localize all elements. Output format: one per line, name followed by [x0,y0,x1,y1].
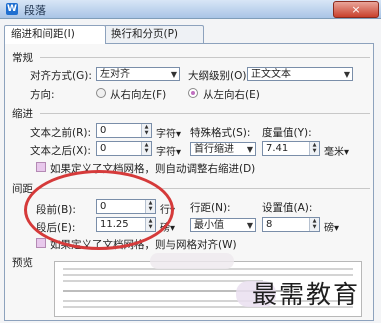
tab-indent-spacing[interactable]: 缩进和间距(I) [4,25,106,44]
spinner-arrows-icon[interactable]: ▲ ▼ [141,124,151,137]
line-spacing-value: 最小值 [194,220,224,231]
paragraph-dialog: W 段落 × 缩进和间距(I) 换行和分页(P) 常规 对齐方式(G): 左对齐… [0,0,381,323]
section-general: 常规 [12,52,33,64]
radio-ltr-label: 从左向右(E) [203,89,260,101]
radio-rtl[interactable] [96,88,106,98]
app-icon: W [6,3,18,15]
line-spacing-label: 行距(N): [190,202,231,214]
auto-indent-checkbox[interactable] [36,162,46,172]
align-select[interactable]: 左对齐 ▼ [96,67,180,81]
special-select[interactable]: 首行缩进 ▼ [190,142,256,156]
snap-grid-checkbox[interactable] [36,238,46,248]
align-label: 对齐方式(G): [30,70,92,82]
chevron-down-icon: ▼ [246,145,253,154]
direction-label: 方向: [30,89,55,101]
special-value: 首行缩进 [194,144,234,155]
divider [40,57,370,58]
blur-patch [150,253,234,269]
indent-after-label: 文本之后(X): [30,145,91,157]
section-indent: 缩进 [12,108,33,120]
indent-before-value: 0 [100,125,107,136]
measure-value: 7.41 [266,143,289,154]
align-value: 左对齐 [100,69,130,80]
special-label: 特殊格式(S): [190,127,251,139]
spinner-arrows-icon[interactable]: ▲ ▼ [309,218,319,231]
close-button[interactable]: × [333,1,379,18]
indent-after-value: 0 [100,143,107,154]
dialog-title: 段落 [24,4,46,17]
setting-label: 设置值(A): [262,202,313,214]
setting-spinner[interactable]: 8 ▲ ▼ [262,217,320,232]
setting-value: 8 [266,219,273,230]
indent-after-spinner[interactable]: 0 ▲ ▼ [96,141,152,156]
outline-value: 正文文本 [251,69,291,80]
spinner-arrows-icon[interactable]: ▲ ▼ [141,142,151,155]
title-bar: W 段落 × [0,0,381,19]
chevron-down-icon: ▼ [170,70,177,79]
highlight-ellipse [24,170,174,250]
chevron-down-icon: ▼ [246,221,253,230]
chevron-down-icon: ▼ [343,70,350,79]
measure-unit[interactable]: 毫米▾ [324,143,349,158]
setting-unit[interactable]: 磅▾ [324,219,339,234]
indent-after-unit[interactable]: 字符▾ [156,143,181,158]
spinner-arrows-icon[interactable]: ▲ ▼ [309,142,319,155]
divider [40,113,370,114]
outline-label: 大纲级别(O): [188,70,250,82]
indent-before-label: 文本之前(R): [30,127,92,139]
outline-select[interactable]: 正文文本 ▼ [247,67,353,81]
tab-line-page-breaks[interactable]: 换行和分页(P) [104,25,204,43]
radio-rtl-label: 从右向左(F) [110,89,167,101]
line-spacing-select[interactable]: 最小值 ▼ [190,218,256,232]
section-preview: 预览 [12,257,33,269]
watermark-text: 最需教育 [252,280,361,309]
preview-line [63,280,263,282]
indent-before-unit[interactable]: 字符▾ [156,125,181,140]
measure-label: 度量值(Y): [262,127,312,139]
indent-before-spinner[interactable]: 0 ▲ ▼ [96,123,152,138]
radio-ltr[interactable] [188,88,198,98]
measure-spinner[interactable]: 7.41 ▲ ▼ [262,141,320,156]
